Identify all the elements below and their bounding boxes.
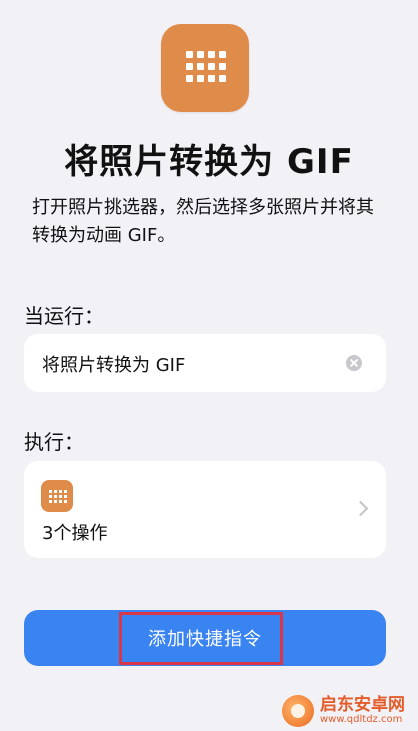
- chevron-right-icon[interactable]: [352, 500, 369, 517]
- grid-apps-icon: [161, 24, 249, 112]
- shortcut-name-value[interactable]: 将照片转换为 GIF: [42, 351, 185, 377]
- watermark-logo-icon: [282, 694, 314, 727]
- shortcut-description: 打开照片挑选器，然后选择多张照片并将其转换为动画 GIF。: [32, 197, 374, 246]
- watermark-url: www.qdltdz.com: [320, 714, 403, 726]
- shortcut-name-field[interactable]: 将照片转换为 GIF: [24, 334, 386, 392]
- highlight-annotation: [119, 612, 283, 665]
- shortcut-title: 将照片转换为 GIF: [64, 142, 354, 182]
- watermark: 启东安卓网 www.qdltdz.com: [282, 690, 418, 731]
- shortcut-app-icon: [161, 24, 249, 112]
- actions-count: 3个操作: [42, 523, 108, 544]
- actions-card[interactable]: 3个操作: [24, 461, 386, 558]
- when-run-label: 当运行：: [24, 304, 104, 328]
- clear-circle-icon[interactable]: [346, 355, 362, 371]
- watermark-title: 启东安卓网: [320, 694, 405, 715]
- grid-apps-icon: [41, 480, 73, 512]
- execute-label: 执行：: [24, 430, 84, 454]
